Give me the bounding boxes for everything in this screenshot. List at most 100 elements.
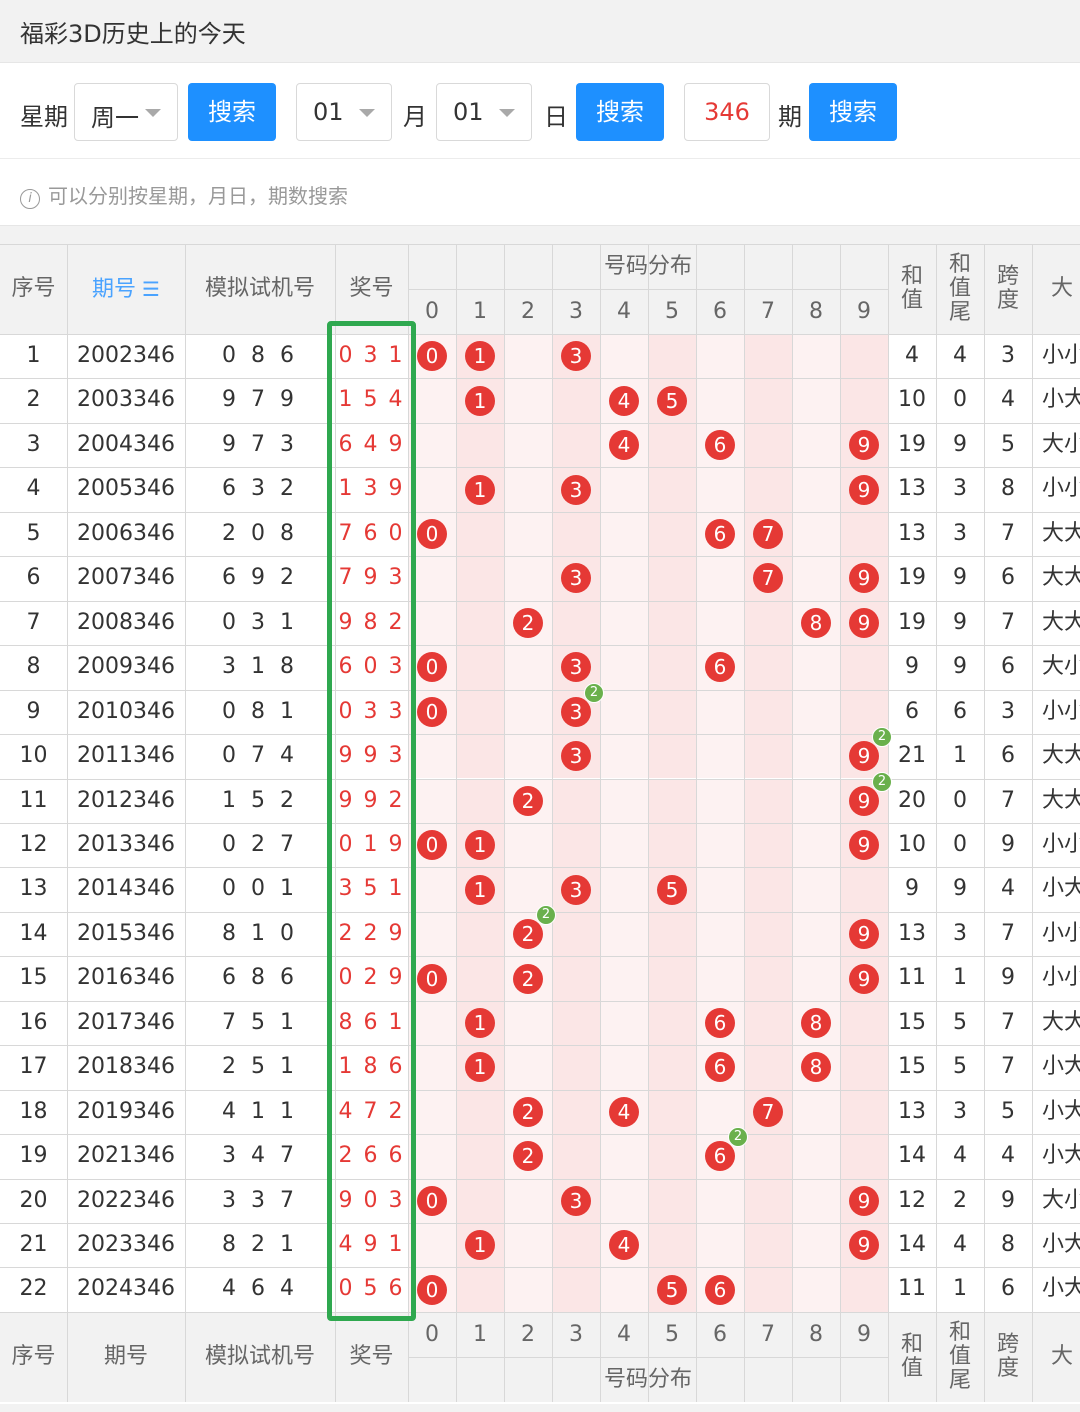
row-big-small: 大小 — [1042, 1187, 1080, 1213]
header-issue-sortable[interactable]: 期号 ☰ — [67, 244, 185, 334]
row-big-small: 小大 — [1042, 1143, 1080, 1169]
row-trial: 9 7 9 — [222, 387, 298, 413]
dist-cell — [648, 511, 696, 557]
number-ball: 1 — [465, 830, 495, 861]
search-panel: 星期 周一 搜索 01 月 01 日 搜索 346 期 搜索 i 可以分别按星期，… — [0, 62, 1080, 226]
number-ball: 3 — [561, 474, 591, 505]
search-hint-text: 可以分别按星期，月日，期数搜索 — [48, 184, 348, 208]
row-span: 9 — [1001, 831, 1015, 857]
dist-cell — [504, 467, 552, 512]
number-ball: 6 — [705, 519, 735, 550]
dist-cell — [600, 645, 648, 690]
dist-cell — [552, 1089, 600, 1135]
row-issue: 2004346 — [77, 431, 175, 457]
row-sum-tail: 0 — [953, 831, 967, 857]
row-sum: 4 — [905, 343, 919, 368]
dist-cell — [552, 1045, 600, 1090]
row-big-small: 小小 — [1042, 920, 1080, 946]
dist-cell — [504, 689, 552, 735]
sort-icon[interactable]: ☰ — [142, 244, 160, 334]
dist-cell — [456, 1134, 504, 1179]
row-sum: 11 — [898, 965, 926, 991]
row-issue: 2022346 — [77, 1187, 175, 1213]
dist-cell — [648, 956, 696, 1001]
row-big-small: 小大 — [1042, 1054, 1080, 1080]
dist-cell — [696, 378, 744, 423]
row-big-small: 小大 — [1042, 876, 1080, 902]
issue-input[interactable]: 346 — [684, 83, 770, 141]
date-search-button[interactable]: 搜索 — [576, 83, 664, 141]
dist-cell — [600, 334, 648, 379]
dist-cell — [696, 1223, 744, 1268]
row-issue: 2006346 — [77, 520, 175, 546]
header-trial: 模拟试机号 — [204, 276, 315, 301]
number-ball: 2 — [513, 963, 543, 994]
issue-search-button[interactable]: 搜索 — [809, 83, 897, 141]
number-ball: 9 — [849, 1185, 879, 1216]
dist-cell — [744, 378, 792, 423]
dist-cell — [792, 867, 840, 912]
dist-cell — [840, 867, 888, 912]
day-select[interactable]: 01 — [436, 83, 532, 141]
dist-cell — [840, 1089, 888, 1135]
week-search-button[interactable]: 搜索 — [188, 83, 276, 141]
footer-digit: 8 — [809, 1321, 823, 1347]
row-big-small: 小大 — [1042, 1098, 1080, 1124]
row-sum: 14 — [898, 1232, 926, 1257]
dist-cell — [792, 378, 840, 423]
row-seq: 14 — [19, 920, 48, 946]
dist-cell — [456, 911, 504, 957]
row-sum: 19 — [898, 565, 926, 591]
row-seq: 22 — [19, 1276, 48, 1302]
row-issue: 2008346 — [77, 609, 175, 635]
dist-cell — [648, 422, 696, 468]
month-select[interactable]: 01 — [296, 83, 392, 141]
row-big-small: 大小 — [1042, 654, 1080, 680]
dist-cell — [552, 422, 600, 468]
info-icon: i — [20, 189, 40, 209]
number-ball: 0 — [417, 519, 447, 550]
number-ball: 7 — [753, 1096, 783, 1127]
dist-cell — [840, 1267, 888, 1312]
row-sum-tail: 9 — [953, 609, 967, 635]
row-trial: 8 1 0 — [222, 920, 298, 946]
row-seq: 12 — [19, 831, 48, 857]
header-digit: 8 — [809, 299, 823, 324]
dist-cell — [744, 1045, 792, 1090]
row-big-small: 小大 — [1042, 1232, 1080, 1257]
dist-cell — [696, 556, 744, 601]
dist-cell — [600, 867, 648, 912]
row-seq: 17 — [19, 1054, 48, 1080]
dist-cell — [600, 911, 648, 957]
row-big-small: 大大 — [1042, 743, 1080, 769]
row-span: 3 — [1001, 343, 1015, 368]
dist-cell — [648, 734, 696, 779]
row-seq: 2 — [26, 387, 41, 413]
search-hint: i 可以分别按星期，月日，期数搜索 — [20, 180, 348, 209]
row-span: 6 — [1001, 743, 1015, 769]
row-seq: 7 — [26, 609, 41, 635]
row-issue: 2012346 — [77, 787, 175, 813]
dist-cell — [552, 911, 600, 957]
row-big-small: 大大 — [1042, 1009, 1080, 1035]
footer-issue: 期号 — [103, 1343, 148, 1369]
dist-cell — [648, 778, 696, 823]
dist-cell — [600, 556, 648, 601]
dist-cell — [456, 778, 504, 823]
header-digit: 4 — [617, 299, 631, 324]
dist-cell — [648, 1045, 696, 1090]
header-sum: 和值 — [900, 264, 923, 313]
dist-cell — [504, 1000, 552, 1046]
dist-cell — [600, 956, 648, 1001]
dist-cell — [792, 422, 840, 468]
dist-cell — [792, 467, 840, 512]
dist-cell — [600, 467, 648, 512]
row-seq: 4 — [26, 476, 41, 502]
row-sum-tail: 4 — [953, 343, 967, 368]
dist-cell — [792, 556, 840, 601]
page-title: 福彩3D历史上的今天 — [20, 20, 246, 48]
row-big-small: 大大 — [1042, 787, 1080, 813]
row-big-small: 小小 — [1042, 698, 1080, 724]
week-select[interactable]: 周一 — [74, 83, 178, 141]
number-ball: 1 — [465, 874, 495, 905]
